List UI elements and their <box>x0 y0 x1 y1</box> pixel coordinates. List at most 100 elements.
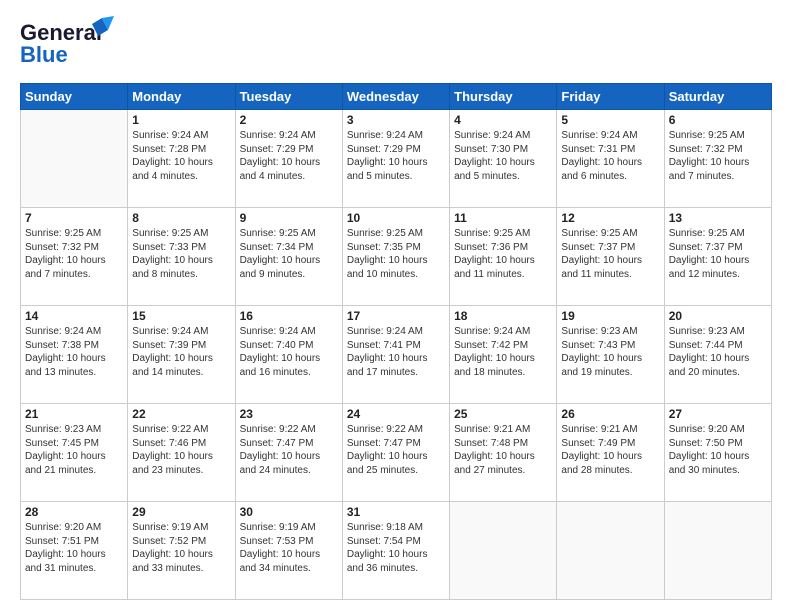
col-thursday: Thursday <box>450 84 557 110</box>
table-row <box>450 502 557 600</box>
table-row: 17Sunrise: 9:24 AM Sunset: 7:41 PM Dayli… <box>342 306 449 404</box>
day-number: 15 <box>132 309 230 323</box>
table-row: 6 Sunrise: 9:25 AM Sunset: 7:32 PM Daylig… <box>664 110 771 208</box>
cell-content: Sunrise: 9:22 AM Sunset: 7:47 PM Dayligh… <box>240 423 338 477</box>
table-row: 4 Sunrise: 9:24 AM Sunset: 7:30 PM Daylig… <box>450 110 557 208</box>
cell-content: Sunrise: 9:21 AM Sunset: 7:48 PM Dayligh… <box>454 423 552 477</box>
cell-content: Sunrise: 9:24 AM Sunset: 7:42 PM Dayligh… <box>454 325 552 379</box>
table-row <box>21 110 128 208</box>
calendar-week-row: 28 Sunrise: 9:20 AM Sunset: 7:51 PM Dayli… <box>21 502 772 600</box>
table-row: 1 Sunrise: 9:24 AM Sunset: 7:28 PM Daylig… <box>128 110 235 208</box>
cell-content: Sunrise: 9:24 AM Sunset: 7:31 PM Dayligh… <box>561 129 659 183</box>
table-row: 21 Sunrise: 9:23 AM Sunset: 7:45 PM Dayli… <box>21 404 128 502</box>
table-row: 24Sunrise: 9:22 AM Sunset: 7:47 PM Dayli… <box>342 404 449 502</box>
table-row: 20 Sunrise: 9:23 AM Sunset: 7:44 PM Dayli… <box>664 306 771 404</box>
cell-content: Sunrise: 9:24 AM Sunset: 7:41 PM Dayligh… <box>347 325 445 379</box>
col-saturday: Saturday <box>664 84 771 110</box>
cell-content: Sunrise: 9:19 AM Sunset: 7:52 PM Dayligh… <box>132 521 230 575</box>
calendar-header-row: Sunday Monday Tuesday Wednesday Thursday… <box>21 84 772 110</box>
table-row: 12 Sunrise: 9:25 AM Sunset: 7:37 PM Dayli… <box>557 208 664 306</box>
day-number: 7 <box>25 211 123 225</box>
cell-content: Sunrise: 9:21 AM Sunset: 7:49 PM Dayligh… <box>561 423 659 477</box>
cell-content: Sunrise: 9:23 AM Sunset: 7:43 PM Dayligh… <box>561 325 659 379</box>
day-number: 23 <box>240 407 338 421</box>
day-number: 31 <box>347 505 445 519</box>
calendar-week-row: 7 Sunrise: 9:25 AM Sunset: 7:32 PM Daylig… <box>21 208 772 306</box>
cell-content: Sunrise: 9:24 AM Sunset: 7:38 PM Dayligh… <box>25 325 123 379</box>
svg-text:Blue: Blue <box>20 42 68 67</box>
day-number: 28 <box>25 505 123 519</box>
day-number: 27 <box>669 407 767 421</box>
day-number: 2 <box>240 113 338 127</box>
table-row: 11Sunrise: 9:25 AM Sunset: 7:36 PM Dayli… <box>450 208 557 306</box>
table-row: 28 Sunrise: 9:20 AM Sunset: 7:51 PM Dayli… <box>21 502 128 600</box>
day-number: 1 <box>132 113 230 127</box>
day-number: 25 <box>454 407 552 421</box>
table-row: 2 Sunrise: 9:24 AM Sunset: 7:29 PM Daylig… <box>235 110 342 208</box>
cell-content: Sunrise: 9:25 AM Sunset: 7:37 PM Dayligh… <box>669 227 767 281</box>
table-row: 23 Sunrise: 9:22 AM Sunset: 7:47 PM Dayli… <box>235 404 342 502</box>
day-number: 6 <box>669 113 767 127</box>
table-row: 15 Sunrise: 9:24 AM Sunset: 7:39 PM Dayli… <box>128 306 235 404</box>
cell-content: Sunrise: 9:23 AM Sunset: 7:44 PM Dayligh… <box>669 325 767 379</box>
cell-content: Sunrise: 9:18 AM Sunset: 7:54 PM Dayligh… <box>347 521 445 575</box>
cell-content: Sunrise: 9:25 AM Sunset: 7:34 PM Dayligh… <box>240 227 338 281</box>
day-number: 26 <box>561 407 659 421</box>
cell-content: Sunrise: 9:22 AM Sunset: 7:47 PM Dayligh… <box>347 423 445 477</box>
cell-content: Sunrise: 9:24 AM Sunset: 7:39 PM Dayligh… <box>132 325 230 379</box>
day-number: 30 <box>240 505 338 519</box>
day-number: 18 <box>454 309 552 323</box>
logo-svg: General Blue <box>20 16 120 68</box>
table-row: 18 Sunrise: 9:24 AM Sunset: 7:42 PM Dayli… <box>450 306 557 404</box>
table-row: 31 Sunrise: 9:18 AM Sunset: 7:54 PM Dayli… <box>342 502 449 600</box>
table-row: 30 Sunrise: 9:19 AM Sunset: 7:53 PM Dayli… <box>235 502 342 600</box>
table-row: 27 Sunrise: 9:20 AM Sunset: 7:50 PM Dayli… <box>664 404 771 502</box>
day-number: 8 <box>132 211 230 225</box>
cell-content: Sunrise: 9:25 AM Sunset: 7:37 PM Dayligh… <box>561 227 659 281</box>
day-number: 21 <box>25 407 123 421</box>
cell-content: Sunrise: 9:25 AM Sunset: 7:32 PM Dayligh… <box>25 227 123 281</box>
day-number: 16 <box>240 309 338 323</box>
col-sunday: Sunday <box>21 84 128 110</box>
day-number: 5 <box>561 113 659 127</box>
day-number: 10 <box>347 211 445 225</box>
cell-content: Sunrise: 9:25 AM Sunset: 7:32 PM Dayligh… <box>669 129 767 183</box>
cell-content: Sunrise: 9:23 AM Sunset: 7:45 PM Dayligh… <box>25 423 123 477</box>
cell-content: Sunrise: 9:24 AM Sunset: 7:28 PM Dayligh… <box>132 129 230 183</box>
day-number: 4 <box>454 113 552 127</box>
table-row: 9 Sunrise: 9:25 AM Sunset: 7:34 PM Daylig… <box>235 208 342 306</box>
col-friday: Friday <box>557 84 664 110</box>
table-row: 26 Sunrise: 9:21 AM Sunset: 7:49 PM Dayli… <box>557 404 664 502</box>
day-number: 13 <box>669 211 767 225</box>
day-number: 9 <box>240 211 338 225</box>
cell-content: Sunrise: 9:20 AM Sunset: 7:50 PM Dayligh… <box>669 423 767 477</box>
cell-content: Sunrise: 9:20 AM Sunset: 7:51 PM Dayligh… <box>25 521 123 575</box>
calendar-table: Sunday Monday Tuesday Wednesday Thursday… <box>20 83 772 600</box>
table-row: 5 Sunrise: 9:24 AM Sunset: 7:31 PM Daylig… <box>557 110 664 208</box>
day-number: 20 <box>669 309 767 323</box>
table-row <box>664 502 771 600</box>
table-row: 25 Sunrise: 9:21 AM Sunset: 7:48 PM Dayli… <box>450 404 557 502</box>
table-row: 8 Sunrise: 9:25 AM Sunset: 7:33 PM Daylig… <box>128 208 235 306</box>
col-tuesday: Tuesday <box>235 84 342 110</box>
cell-content: Sunrise: 9:25 AM Sunset: 7:33 PM Dayligh… <box>132 227 230 281</box>
day-number: 19 <box>561 309 659 323</box>
table-row: 7 Sunrise: 9:25 AM Sunset: 7:32 PM Daylig… <box>21 208 128 306</box>
table-row: 3Sunrise: 9:24 AM Sunset: 7:29 PM Daylig… <box>342 110 449 208</box>
col-wednesday: Wednesday <box>342 84 449 110</box>
table-row: 13 Sunrise: 9:25 AM Sunset: 7:37 PM Dayli… <box>664 208 771 306</box>
cell-content: Sunrise: 9:24 AM Sunset: 7:30 PM Dayligh… <box>454 129 552 183</box>
cell-content: Sunrise: 9:24 AM Sunset: 7:29 PM Dayligh… <box>240 129 338 183</box>
cell-content: Sunrise: 9:24 AM Sunset: 7:40 PM Dayligh… <box>240 325 338 379</box>
table-row: 22Sunrise: 9:22 AM Sunset: 7:46 PM Dayli… <box>128 404 235 502</box>
day-number: 12 <box>561 211 659 225</box>
day-number: 3 <box>347 113 445 127</box>
table-row: 14Sunrise: 9:24 AM Sunset: 7:38 PM Dayli… <box>21 306 128 404</box>
cell-content: Sunrise: 9:25 AM Sunset: 7:35 PM Dayligh… <box>347 227 445 281</box>
header: General Blue <box>20 16 772 73</box>
calendar-week-row: 21 Sunrise: 9:23 AM Sunset: 7:45 PM Dayli… <box>21 404 772 502</box>
table-row: 29Sunrise: 9:19 AM Sunset: 7:52 PM Dayli… <box>128 502 235 600</box>
day-number: 22 <box>132 407 230 421</box>
cell-content: Sunrise: 9:19 AM Sunset: 7:53 PM Dayligh… <box>240 521 338 575</box>
table-row: 19 Sunrise: 9:23 AM Sunset: 7:43 PM Dayli… <box>557 306 664 404</box>
